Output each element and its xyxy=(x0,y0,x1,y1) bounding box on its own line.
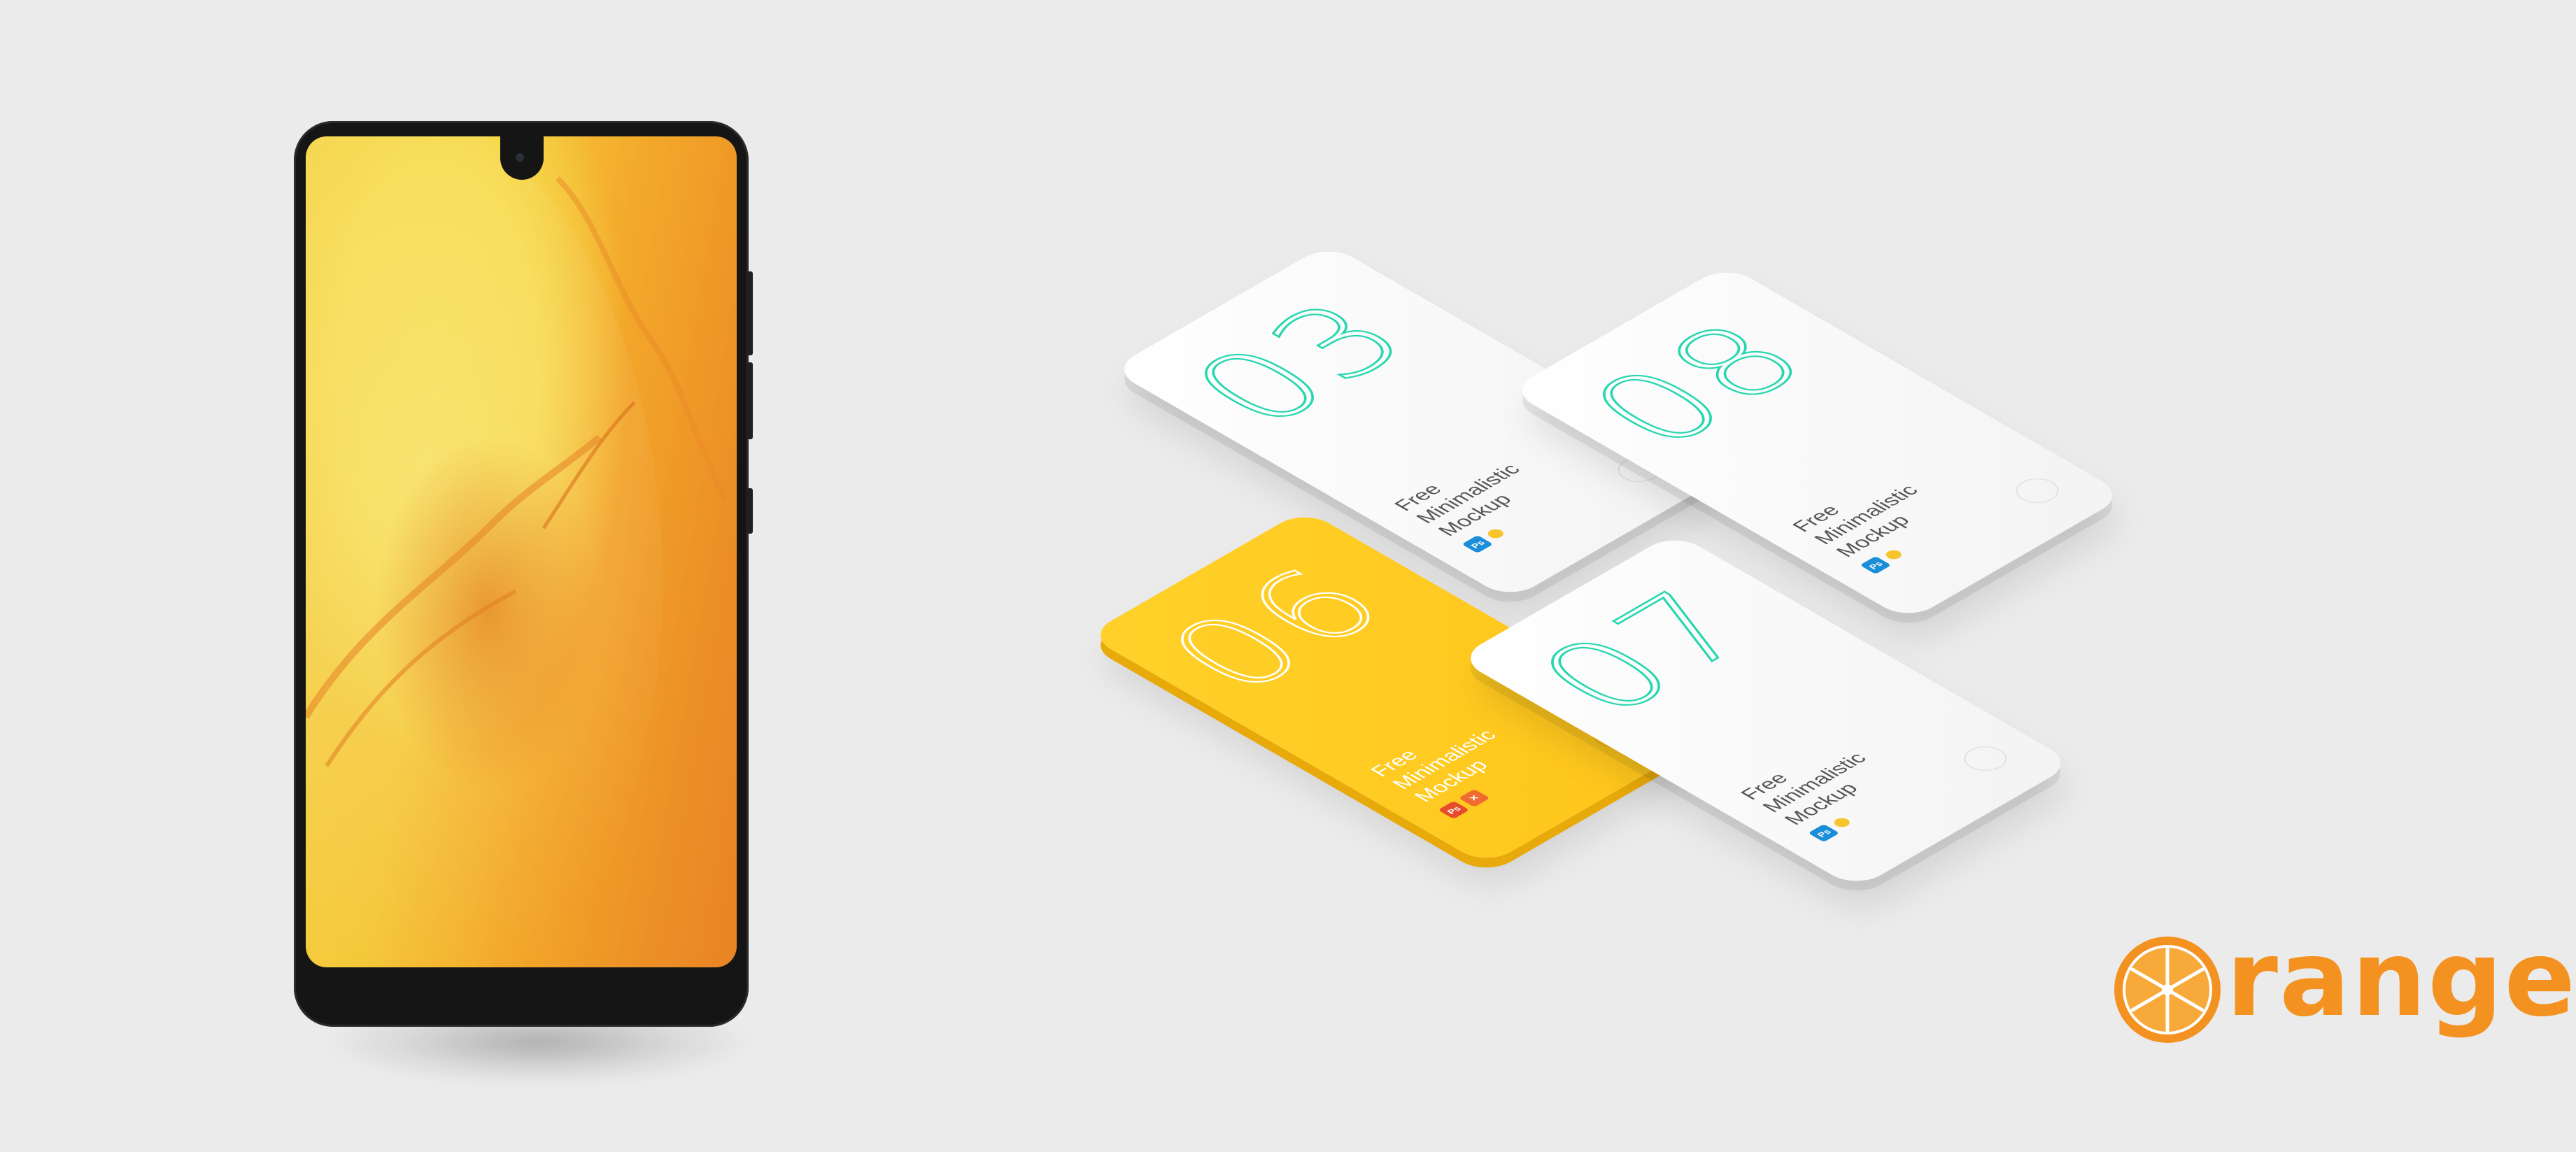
sketch-icon xyxy=(1485,527,1507,540)
card-number: 08 xyxy=(1555,300,1845,468)
volume-down-button xyxy=(747,362,753,439)
phone-screen-wallpaper xyxy=(306,136,737,967)
card-number: 07 xyxy=(1503,568,1793,736)
home-button xyxy=(1955,741,2016,776)
photoshop-icon: Ps xyxy=(1808,824,1840,842)
mockup-scene: 03 Free Minimalistic Mockup Ps 08 Free M… xyxy=(0,0,2576,1152)
photoshop-icon: Ps xyxy=(1860,556,1892,574)
mockup-card-08: 08 Free Minimalistic Mockup Ps xyxy=(1508,264,2127,621)
card-caption: Free Minimalistic Mockup xyxy=(1389,448,1548,540)
illustrator-icon: ✕ xyxy=(1458,789,1490,807)
orange-slice-icon xyxy=(2114,937,2221,1043)
camera-lens-icon xyxy=(516,153,524,162)
card-number: 06 xyxy=(1133,545,1423,713)
card-caption: Free Minimalistic Mockup xyxy=(1787,469,1946,561)
card-number: 03 xyxy=(1157,279,1447,447)
card-caption: Free Minimalistic Mockup xyxy=(1365,713,1524,806)
volume-up-button xyxy=(747,271,753,355)
wallpaper-texture xyxy=(306,176,728,767)
logo-wordmark: range xyxy=(2226,918,2576,1040)
brand-logo: range xyxy=(2111,927,2576,1046)
home-button xyxy=(2007,473,2068,509)
photoshop-icon: Ps xyxy=(1462,535,1494,553)
mockup-card-07: 07 Free Minimalistic Mockup Ps xyxy=(1457,532,2075,889)
photoshop-icon: Ps xyxy=(1438,801,1470,819)
phone-device xyxy=(294,121,753,1027)
front-camera-notch xyxy=(500,136,544,180)
card-caption: Free Minimalistic Mockup xyxy=(1735,737,1895,829)
sketch-icon xyxy=(1831,816,1853,829)
power-button xyxy=(747,488,753,534)
sketch-icon xyxy=(1883,548,1905,561)
